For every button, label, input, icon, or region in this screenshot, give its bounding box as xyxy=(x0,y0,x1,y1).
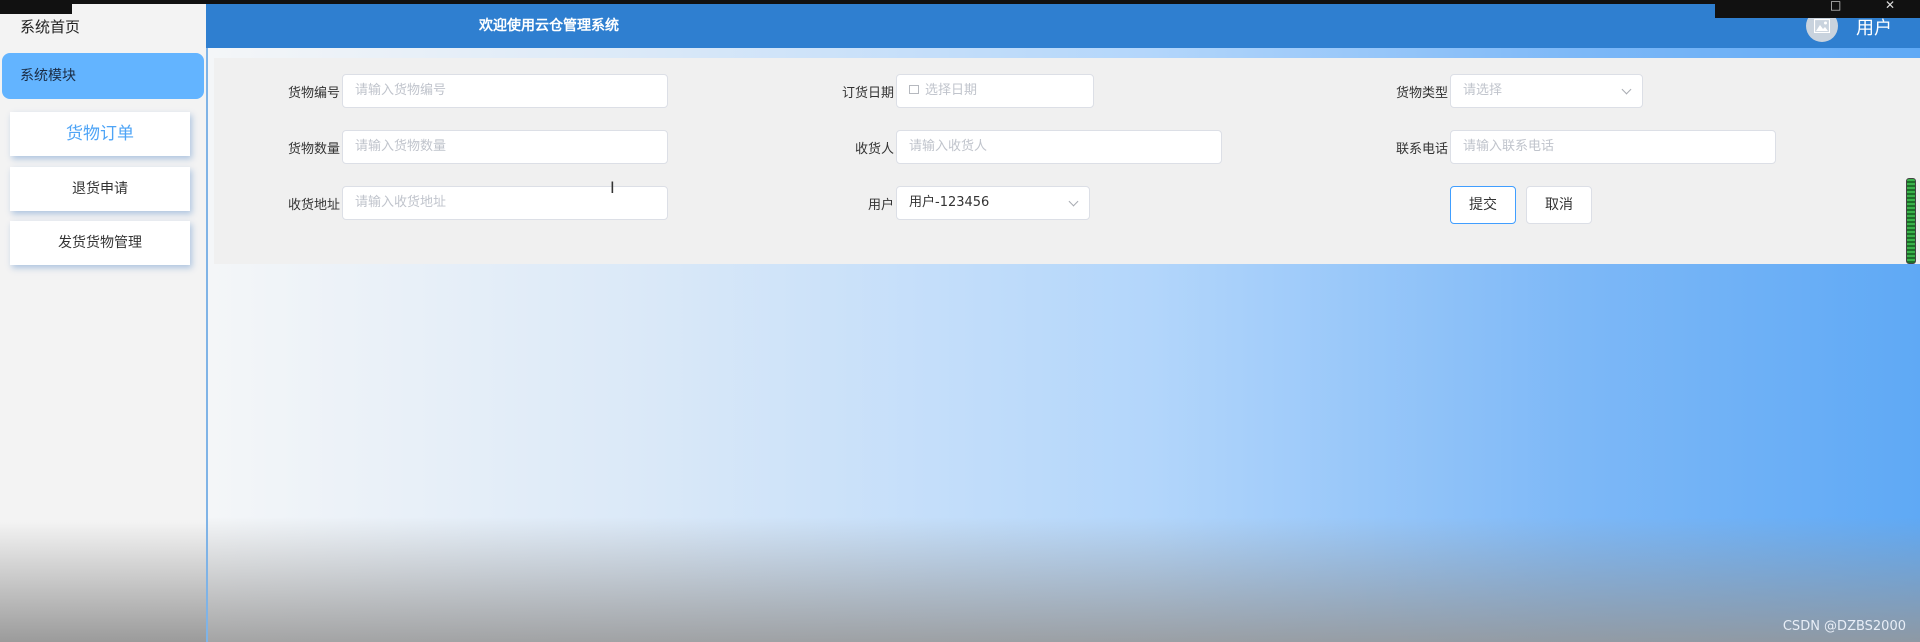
chevron-down-icon xyxy=(1621,84,1632,95)
sidebar-item-return-request[interactable]: 退货申请 xyxy=(10,167,190,211)
chevron-down-icon xyxy=(1068,196,1079,207)
image-placeholder-icon xyxy=(1814,19,1830,33)
watermark: CSDN @DZBS2000 xyxy=(1782,619,1906,634)
sidebar-item-goods-order[interactable]: 货物订单 xyxy=(10,112,190,156)
phone-input[interactable]: 请输入联系电话 xyxy=(1450,130,1776,164)
main-shade xyxy=(208,517,1920,642)
user-select-value: 用户-123456 xyxy=(909,195,990,210)
user-select[interactable]: 用户-123456 xyxy=(896,186,1090,220)
minimize-icon[interactable]: □ xyxy=(1830,0,1841,12)
calendar-icon xyxy=(909,85,919,94)
goods-type-placeholder: 请选择 xyxy=(1463,83,1503,98)
order-form: 货物编号 请输入货物编号 订货日期 选择日期 货物类型 请选择 货物数量 请输入… xyxy=(214,58,1920,264)
close-icon[interactable]: ✕ xyxy=(1885,0,1895,12)
order-date-picker[interactable]: 选择日期 xyxy=(896,74,1094,108)
window-top-bar: □ ✕ xyxy=(0,0,1920,18)
main-content: 货物编号 请输入货物编号 订货日期 选择日期 货物类型 请选择 货物数量 请输入… xyxy=(208,48,1920,642)
phone-label: 联系电话 xyxy=(1395,142,1448,157)
sidebar: 系统首页 系统模块 货物订单 退货申请 发货货物管理 xyxy=(0,0,208,642)
receiver-input[interactable]: 请输入收货人 xyxy=(896,130,1222,164)
window-top-left-block xyxy=(0,0,72,14)
receiver-label: 收货人 xyxy=(854,142,894,157)
user-label: 用户 xyxy=(867,198,894,213)
order-date-label: 订货日期 xyxy=(841,86,894,101)
window-controls: □ ✕ xyxy=(1715,0,1920,18)
order-date-placeholder: 选择日期 xyxy=(925,83,978,98)
goods-no-label: 货物编号 xyxy=(287,86,340,101)
sidebar-module-header[interactable]: 系统模块 xyxy=(2,53,204,99)
sidebar-item-shipping-management[interactable]: 发货货物管理 xyxy=(10,221,190,265)
address-label: 收货地址 xyxy=(287,198,340,213)
address-input[interactable]: 请输入收货地址 xyxy=(342,186,668,220)
quantity-input[interactable]: 请输入货物数量 xyxy=(342,130,668,164)
goods-type-label: 货物类型 xyxy=(1395,86,1448,101)
goods-type-select[interactable]: 请选择 xyxy=(1450,74,1643,108)
quantity-label: 货物数量 xyxy=(287,142,340,157)
goods-no-input[interactable]: 请输入货物编号 xyxy=(342,74,668,108)
cancel-button[interactable]: 取消 xyxy=(1526,186,1592,224)
page-title: 欢迎使用云仓管理系统 xyxy=(479,18,619,34)
sidebar-shade xyxy=(0,522,206,642)
sidebar-home-link[interactable]: 系统首页 xyxy=(20,16,80,37)
submit-button[interactable]: 提交 xyxy=(1450,186,1516,224)
top-header: 欢迎使用云仓管理系统 用户 xyxy=(206,4,1920,48)
scrollbar[interactable] xyxy=(1906,178,1916,264)
text-cursor-icon: I xyxy=(610,178,615,197)
